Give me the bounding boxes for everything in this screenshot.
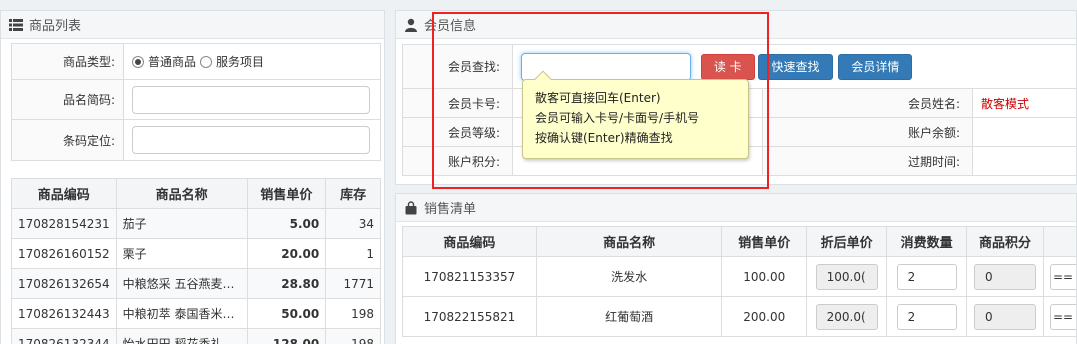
barcode-label: 条码定位:: [12, 120, 124, 160]
table-row[interactable]: 170821153357 洗发水 100.00 100.0( 2 0 ==: [402, 256, 1076, 297]
cell-stock: 198: [325, 328, 381, 344]
goods-table: 商品编码 商品名称 销售单价 库存 170828154231 茄子 5.00 3…: [11, 178, 381, 344]
discount-price-field: 100.0(: [815, 263, 878, 290]
cell-stock: 34: [325, 208, 381, 239]
col-quantity[interactable]: 消费数量: [886, 226, 968, 257]
col-sale-name[interactable]: 商品名称: [535, 226, 723, 257]
highlight-box: [432, 12, 769, 189]
col-goods-code[interactable]: 商品编码: [11, 178, 117, 209]
row-action-select[interactable]: ==: [1050, 263, 1076, 290]
table-row[interactable]: 170822155821 红葡萄酒 200.00 200.0( 2 0 ==: [402, 296, 1076, 337]
balance-value: [972, 117, 1076, 147]
goods-list-header: 商品列表: [1, 11, 384, 39]
cell-name: 中粮初萃 泰国香米…: [115, 298, 248, 329]
points-field: 0: [974, 263, 1037, 290]
expire-value: [972, 146, 1076, 176]
cell-name: 栗子: [115, 238, 248, 269]
cell-code: 170828154231: [11, 208, 117, 239]
radio-service-item[interactable]: [200, 55, 213, 68]
col-sale-code[interactable]: 商品编码: [402, 226, 537, 257]
name-code-label: 品名简码:: [12, 80, 124, 119]
col-sale-price[interactable]: 销售单价: [721, 226, 808, 257]
balance-label: 账户余额:: [762, 117, 973, 147]
cell-name: 茄子: [115, 208, 248, 239]
user-icon: [405, 18, 417, 32]
col-discount-price[interactable]: 折后单价: [806, 226, 888, 257]
col-goods-name[interactable]: 商品名称: [115, 178, 248, 209]
cell-stock: 198: [325, 298, 381, 329]
name-code-input[interactable]: [132, 85, 370, 114]
barcode-input[interactable]: [132, 126, 370, 154]
cell-code: 170826132654: [11, 268, 117, 299]
points-field: 0: [974, 303, 1037, 330]
cell-code: 170826132344: [11, 328, 117, 344]
expire-label: 过期时间:: [762, 146, 973, 176]
quantity-input[interactable]: 2: [896, 303, 957, 330]
cell-price: 50.00: [246, 298, 327, 329]
cell-name: 红葡萄酒: [535, 296, 723, 337]
cell-price: 200.00: [721, 296, 808, 337]
sales-table: 商品编码 商品名称 销售单价 折后单价 消费数量 商品积分 1708211533…: [402, 226, 1076, 337]
row-action-select[interactable]: ==: [1050, 303, 1076, 330]
sales-list-panel: 销售清单 商品编码 商品名称 销售单价 折后单价 消费数量 商品积分 17082…: [395, 193, 1077, 344]
quantity-input[interactable]: 2: [896, 263, 957, 290]
radio-normal-goods-label[interactable]: 普通商品: [148, 53, 196, 70]
cell-name: 洗发水: [535, 256, 723, 297]
table-row[interactable]: 170826132344 怡水田田 稻花香礼… 128.00 198: [11, 328, 381, 344]
shopping-bag-icon: [405, 200, 417, 214]
radio-normal-goods[interactable]: [132, 55, 144, 68]
table-row[interactable]: 170826160152 栗子 20.00 1: [11, 238, 381, 269]
cell-price: 128.00: [246, 328, 327, 344]
quick-find-button[interactable]: 快速查找: [758, 53, 833, 80]
discount-price-field: 200.0(: [815, 303, 878, 330]
table-row[interactable]: 170828154231 茄子 5.00 34: [11, 208, 381, 239]
cell-price: 28.80: [246, 268, 327, 299]
cell-price: 20.00: [246, 238, 327, 269]
sales-list-header: 销售清单: [396, 194, 1076, 222]
sales-list-title: 销售清单: [424, 202, 477, 217]
col-sale-price[interactable]: 销售单价: [246, 178, 327, 209]
goods-list-panel: 商品列表 商品类型: 普通商品 服务项目 品名简码: 条码定位: 商品编码 商品…: [0, 10, 385, 344]
cell-code: 170826160152: [11, 238, 117, 269]
col-goods-points[interactable]: 商品积分: [966, 226, 1044, 257]
radio-service-item-label[interactable]: 服务项目: [216, 53, 264, 70]
member-name-label: 会员姓名:: [762, 88, 973, 118]
cell-code: 170821153357: [402, 256, 537, 297]
goods-filter-form: 商品类型: 普通商品 服务项目 品名简码: 条码定位:: [11, 43, 381, 161]
table-row[interactable]: 170826132654 中粮悠采 五谷燕麦… 28.80 1771: [11, 268, 381, 299]
goods-type-label: 商品类型:: [12, 44, 124, 79]
cell-price: 5.00: [246, 208, 327, 239]
member-name-value: 散客模式: [972, 88, 1076, 118]
goods-list-title: 商品列表: [29, 19, 82, 34]
member-detail-button[interactable]: 会员详情: [838, 53, 913, 80]
col-stock[interactable]: 库存: [325, 178, 381, 209]
cell-code: 170822155821: [402, 296, 537, 337]
cell-stock: 1771: [325, 268, 381, 299]
cell-stock: 1: [325, 238, 381, 269]
cell-code: 170826132443: [11, 298, 117, 329]
cell-price: 100.00: [721, 256, 808, 297]
list-icon: [9, 18, 23, 31]
col-action: [1043, 226, 1076, 257]
cell-name: 怡水田田 稻花香礼…: [115, 328, 248, 344]
cell-name: 中粮悠采 五谷燕麦…: [115, 268, 248, 299]
table-row[interactable]: 170826132443 中粮初萃 泰国香米… 50.00 198: [11, 298, 381, 329]
